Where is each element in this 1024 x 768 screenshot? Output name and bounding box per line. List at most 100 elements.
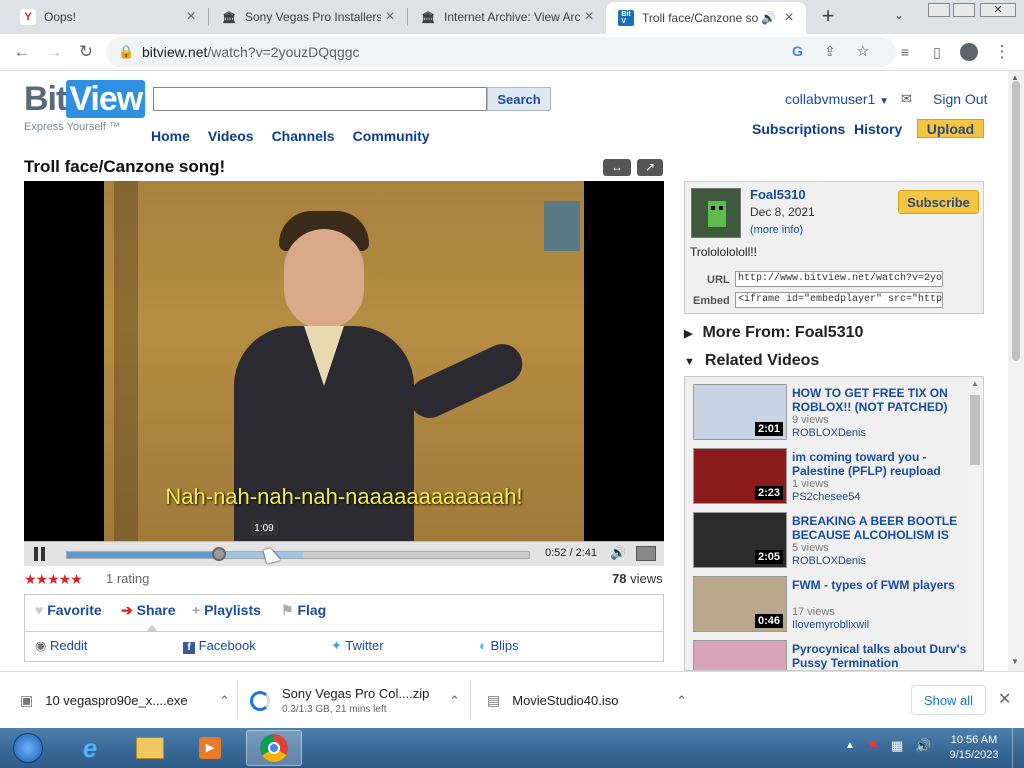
pause-icon[interactable] — [34, 547, 46, 561]
related-video-user[interactable]: ROBLOXDenis — [792, 555, 866, 567]
username[interactable]: collabvmuser1 — [785, 91, 875, 107]
seek-bar[interactable] — [66, 547, 530, 561]
reload-icon[interactable]: ↻ — [74, 40, 98, 64]
sign-out-link[interactable]: Sign Out — [933, 91, 987, 107]
related-video-thumbnail[interactable] — [693, 640, 787, 670]
lock-icon[interactable]: 🔒 — [118, 44, 134, 60]
history-link[interactable]: History — [854, 121, 902, 137]
restore-button[interactable] — [953, 3, 975, 17]
share-reddit[interactable]: ◉ Reddit — [35, 638, 88, 654]
internet-explorer-icon[interactable]: e — [62, 730, 118, 766]
chevron-up-icon[interactable]: ⌃ — [449, 693, 460, 709]
related-video-thumbnail[interactable]: 2:01 — [693, 384, 787, 440]
related-video-item[interactable]: 0:46 FWM - types of FWM players 17 views Il… — [693, 576, 969, 634]
tab-oops[interactable]: Y Oops! × — [8, 0, 208, 34]
related-video-thumbnail[interactable]: 2:05 — [693, 512, 787, 568]
menu-icon[interactable]: ⋮ — [990, 40, 1014, 64]
related-video-title[interactable]: BREAKING A BEER BOOTLE BECAUSE ALCOHOLIS… — [792, 514, 968, 542]
volume-tray-icon[interactable]: 🔊 — [915, 738, 931, 754]
file-explorer-icon[interactable] — [122, 730, 178, 766]
profile-icon[interactable] — [957, 40, 981, 64]
related-video-thumbnail[interactable]: 0:46 — [693, 576, 787, 632]
more-from-toggle[interactable]: ▶ More From: Foal5310 — [684, 324, 863, 342]
url-field[interactable]: http://www.bitview.net/watch?v=2youzDQqg… — [735, 271, 943, 287]
tray-expand-icon[interactable]: ▲ — [845, 740, 855, 751]
tab-close-icon[interactable]: × — [381, 8, 399, 26]
related-scrollbar[interactable]: ▲ — [968, 379, 982, 670]
related-video-title[interactable]: FWM - types of FWM players — [792, 578, 968, 592]
media-control-icon[interactable]: ≡ — [893, 40, 917, 64]
related-video-title[interactable]: im coming toward you - Palestine (PFLP) … — [792, 450, 968, 478]
uploader-name[interactable]: Foal5310 — [750, 187, 806, 202]
minimize-button[interactable] — [928, 3, 950, 17]
speaker-icon[interactable]: 🔊 — [761, 11, 776, 25]
network-icon[interactable]: ▦ — [891, 738, 903, 754]
close-window-button[interactable]: ✕ — [980, 3, 1016, 17]
video-player[interactable]: Nah-nah-nah-nah-naaaaaaaaaaaah! — [24, 181, 664, 546]
expand-width-icon[interactable]: ↔ — [603, 159, 631, 176]
username-menu[interactable]: collabvmuser1 ▼ — [785, 91, 889, 107]
download-item[interactable]: ▣ 10 vegaspro90e_x....exe ⌃ — [20, 672, 230, 729]
search-input[interactable] — [153, 87, 487, 111]
related-video-title[interactable]: HOW TO GET FREE TIX ON ROBLOX!! (NOT PAT… — [792, 386, 968, 414]
chrome-icon[interactable] — [246, 730, 302, 766]
close-downloads-icon[interactable]: ✕ — [998, 689, 1011, 709]
tab-close-icon[interactable]: × — [780, 9, 798, 27]
upload-button[interactable]: Upload — [917, 119, 984, 138]
google-icon[interactable]: G — [792, 43, 803, 59]
flag-button[interactable]: ⚑ Flag — [281, 602, 326, 619]
related-toggle[interactable]: ▼ Related Videos — [684, 352, 819, 370]
favorite-button[interactable]: ♥ Favorite — [35, 602, 102, 618]
related-video-title[interactable]: Pyrocynical talks about Durv's Pussy Ter… — [792, 642, 968, 670]
related-video-item[interactable]: 2:01 HOW TO GET FREE TIX ON ROBLOX!! (NOT… — [693, 384, 969, 442]
popout-icon[interactable]: ↗ — [637, 159, 663, 176]
tab-internet-archive[interactable]: 🏛 Internet Archive: View Arc × — [408, 0, 606, 34]
show-desktop-button[interactable] — [1012, 728, 1024, 768]
page-scroll-thumb[interactable] — [1012, 81, 1020, 361]
rating-stars[interactable]: ★★★★★ — [24, 571, 83, 588]
tab-search-chevron-icon[interactable]: ⌄ — [894, 8, 904, 22]
action-center-icon[interactable]: ⚑ — [867, 738, 879, 754]
related-scroll-thumb[interactable] — [970, 395, 980, 465]
chevron-down-icon[interactable]: ▼ — [879, 96, 889, 107]
media-player-icon[interactable]: ▶ — [182, 730, 238, 766]
embed-field[interactable]: <iframe id="embedplayer" src="http://www… — [735, 292, 943, 308]
related-video-user[interactable]: Ilovemyroblixwil — [792, 619, 869, 631]
related-video-user[interactable]: ROBLOXDenis — [792, 427, 866, 439]
share-twitter[interactable]: ✦ Twitter — [331, 638, 384, 654]
seek-handle[interactable] — [212, 547, 227, 561]
clock[interactable]: 10:56 AM 9/15/2023 — [944, 733, 1004, 763]
tab-close-icon[interactable]: × — [182, 8, 200, 26]
related-video-item[interactable]: 2:23 im coming toward you - Palestine (PF… — [693, 448, 969, 506]
tab-close-icon[interactable]: × — [580, 8, 598, 26]
share-blips[interactable]: ◐ Blips — [479, 638, 519, 653]
playlists-button[interactable]: + Playlists — [192, 602, 261, 618]
subscriptions-link[interactable]: Subscriptions — [752, 121, 845, 137]
forward-icon[interactable]: → — [42, 40, 66, 64]
download-item[interactable]: ▤ MovieStudio40.iso ⌃ — [487, 672, 687, 729]
share-icon[interactable]: ⇪ — [824, 43, 836, 60]
related-video-item[interactable]: 2:05 BREAKING A BEER BOOTLE BECAUSE ALCOH… — [693, 512, 969, 570]
share-facebook[interactable]: f Facebook — [183, 638, 256, 654]
new-tab-icon[interactable]: + — [816, 5, 840, 29]
share-button[interactable]: ➔ Share — [121, 602, 176, 619]
url-text[interactable]: bitview.net/watch?v=2youzDQqggc — [142, 44, 360, 60]
show-all-button[interactable]: Show all — [911, 685, 986, 715]
nav-community[interactable]: Community — [353, 128, 430, 144]
start-button[interactable] — [0, 730, 56, 766]
search-button[interactable]: Search — [487, 87, 551, 111]
volume-icon[interactable]: 🔊 — [610, 545, 626, 561]
address-bar[interactable]: 🔒 bitview.net/watch?v=2youzDQqggc G ⇪ ☆ — [106, 37, 896, 67]
related-video-item[interactable]: Pyrocynical talks about Durv's Pussy Ter… — [693, 640, 969, 670]
nav-home[interactable]: Home — [151, 128, 190, 144]
chevron-up-icon[interactable]: ⌃ — [676, 693, 687, 709]
bookmark-star-icon[interactable]: ☆ — [856, 42, 869, 60]
download-item-active[interactable]: Sony Vegas Pro Col....zip 0.3/1.3 GB, 21… — [250, 672, 460, 729]
tab-sony-vegas[interactable]: 🏛 Sony Vegas Pro Installers × — [209, 0, 407, 34]
side-panel-icon[interactable]: ▯ — [925, 40, 949, 64]
uploader-avatar[interactable] — [691, 188, 741, 238]
subscribe-button[interactable]: Subscribe — [898, 190, 979, 214]
inbox-icon[interactable]: ✉ — [901, 91, 912, 107]
related-video-thumbnail[interactable]: 2:23 — [693, 448, 787, 504]
page-scrollbar[interactable]: ▲ ▼ — [1008, 71, 1024, 671]
